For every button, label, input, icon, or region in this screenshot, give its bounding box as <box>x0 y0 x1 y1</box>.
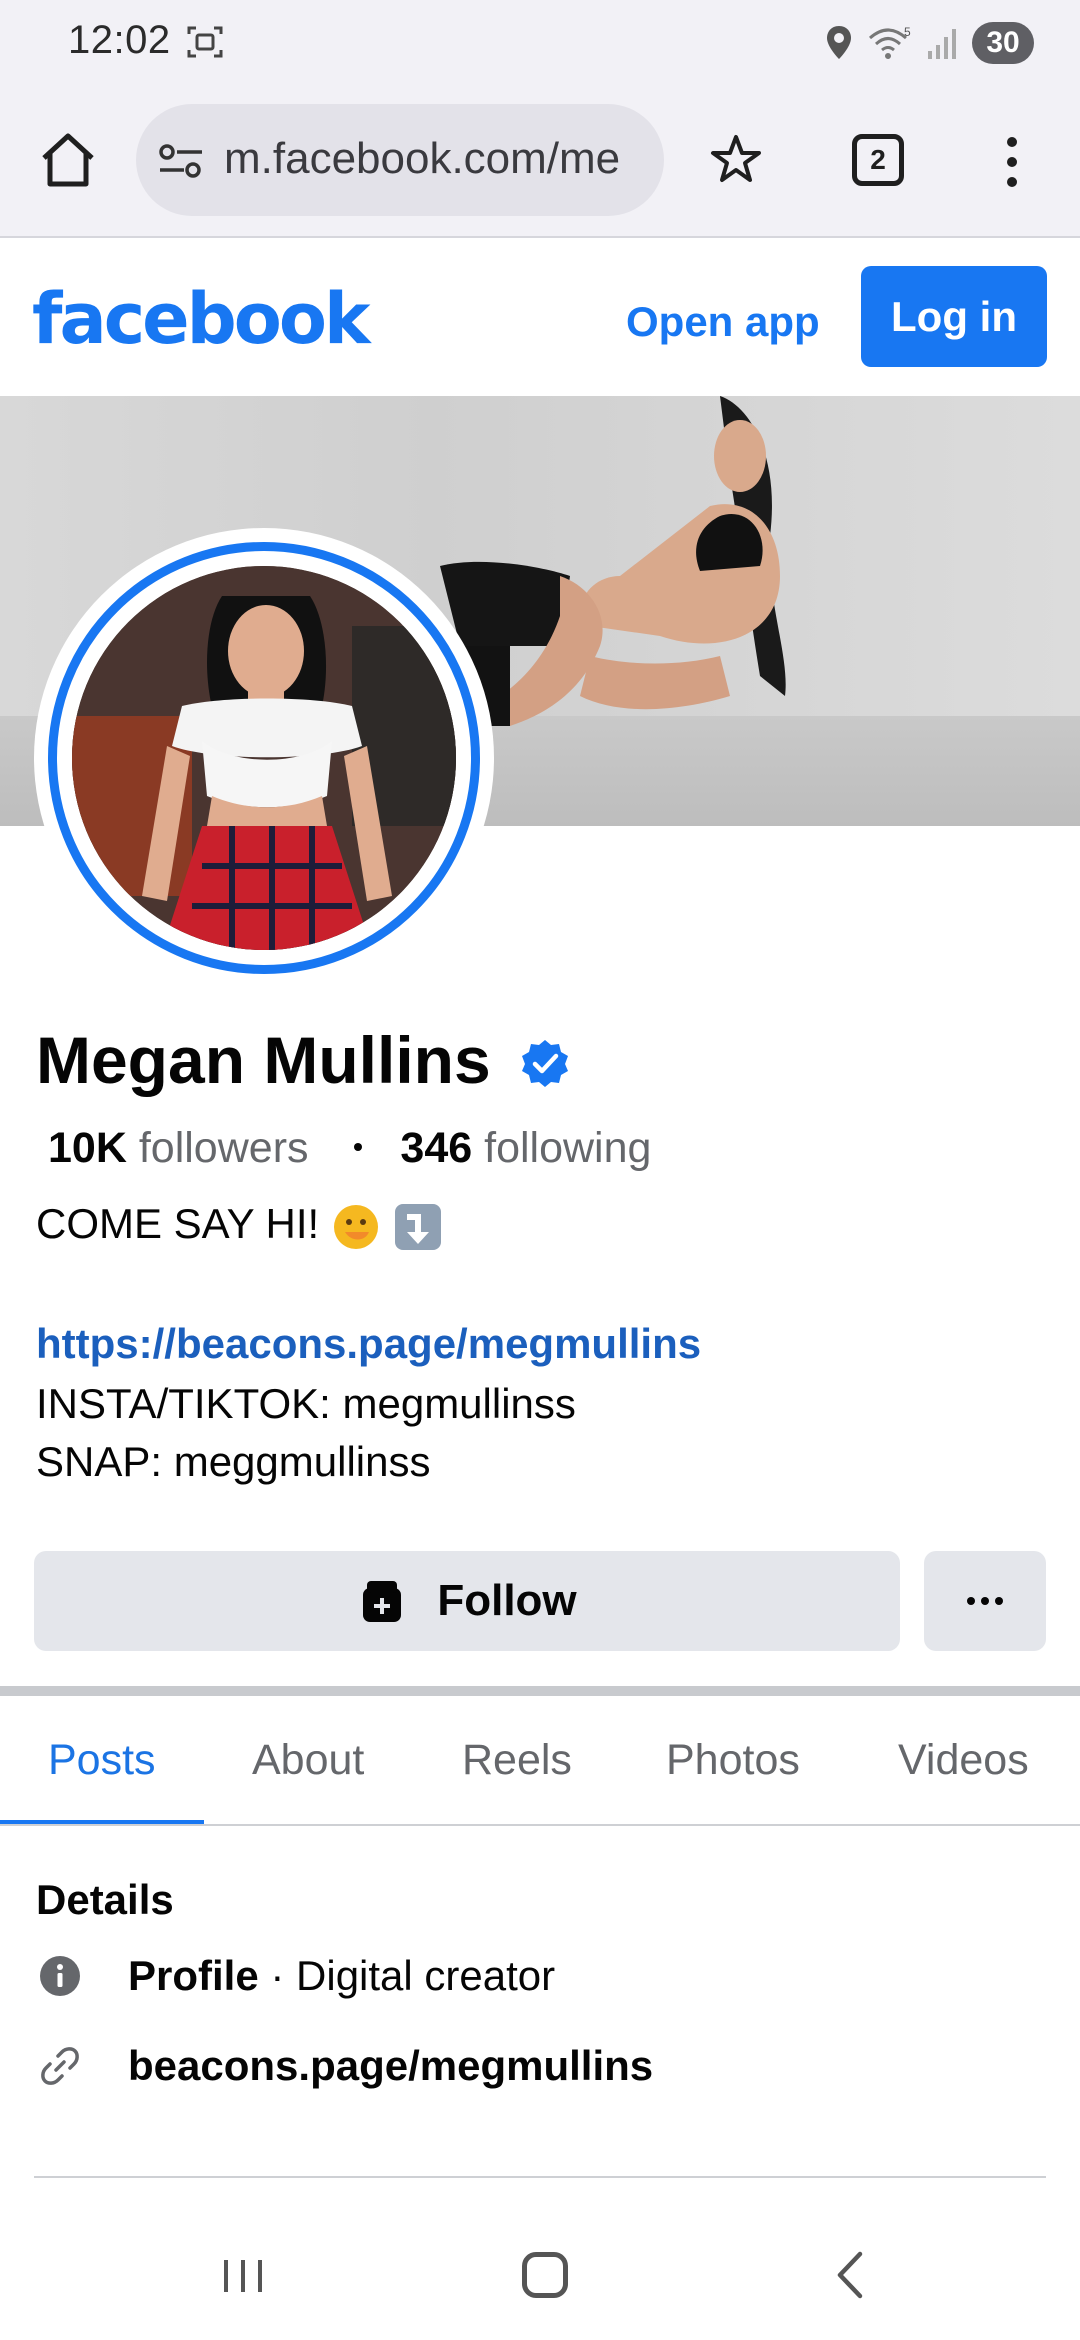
system-nav-bar <box>0 2200 1080 2340</box>
open-app-link[interactable]: Open app <box>626 298 820 346</box>
bio-text: COME SAY HI! <box>36 1200 331 1247</box>
link-icon <box>41 2047 79 2085</box>
tab-videos[interactable]: Videos <box>898 1736 1029 1785</box>
details-divider <box>34 2176 1046 2178</box>
follow-button[interactable]: Follow <box>34 1551 900 1651</box>
facebook-logo[interactable]: facebook <box>32 278 371 360</box>
back-icon[interactable] <box>830 2250 870 2300</box>
detail-profile-label: Profile <box>128 1952 259 1999</box>
status-bar: 12:02 5 30 <box>0 0 1080 92</box>
tab-about[interactable]: About <box>252 1736 364 1785</box>
followers-count[interactable]: 10K <box>48 1124 127 1172</box>
following-count[interactable]: 346 <box>400 1124 472 1172</box>
details-heading: Details <box>36 1876 174 1923</box>
status-time: 12:02 <box>68 18 171 62</box>
down-arrow-icon <box>394 1203 441 1250</box>
follow-icon <box>363 1581 402 1622</box>
avatar-figure <box>72 566 456 950</box>
detail-link-text[interactable]: beacons.page/megmullins <box>128 2042 653 2089</box>
star-icon[interactable] <box>708 132 764 188</box>
tab-reels[interactable]: Reels <box>462 1736 572 1785</box>
tab-photos[interactable]: Photos <box>666 1736 800 1785</box>
more-vert-icon[interactable] <box>994 132 1030 192</box>
bio-intro: COME SAY HI! <box>36 1200 443 1252</box>
bio-insta-line: INSTA/TIKTOK: megmullinss <box>36 1380 576 1427</box>
profile-name: Megan Mullins <box>36 1023 491 1097</box>
signal-icon <box>928 29 956 59</box>
address-bar[interactable]: m.facebook.com/me <box>136 104 664 216</box>
profile-avatar[interactable] <box>34 528 494 988</box>
login-button[interactable]: Log in <box>861 266 1047 367</box>
svg-text:5: 5 <box>904 25 911 39</box>
detail-profile-row: Profile · Digital creator <box>36 1946 555 2006</box>
avatar-photo <box>72 566 456 950</box>
follow-label: Follow <box>437 1576 577 1625</box>
tab-posts[interactable]: Posts <box>48 1736 156 1785</box>
facebook-header: facebook Open app Log in <box>0 240 1080 396</box>
verified-badge-icon <box>522 1040 568 1087</box>
recent-apps-icon[interactable] <box>220 2256 266 2296</box>
following-label[interactable]: following <box>484 1124 651 1172</box>
wifi-icon: 5 <box>869 25 911 59</box>
browser-toolbar: m.facebook.com/me 2 <box>0 92 1080 238</box>
profile-website-link[interactable]: https://beacons.page/megmullins <box>36 1320 701 1368</box>
bio-snap-line: SNAP: meggmullinss <box>36 1438 431 1485</box>
stats-separator <box>354 1142 363 1151</box>
battery-icon: 30 <box>972 22 1034 64</box>
shushing-face-icon <box>333 1204 378 1249</box>
detail-link-row[interactable]: beacons.page/megmullins <box>36 2036 653 2096</box>
active-tab-indicator <box>0 1820 204 1824</box>
section-divider <box>0 1686 1080 1696</box>
info-icon <box>40 1956 80 1996</box>
more-horizontal-icon <box>967 1597 1003 1605</box>
profile-tabs: Posts About Reels Photos Videos <box>0 1696 1080 1826</box>
home-nav-icon[interactable] <box>522 2252 568 2298</box>
tabs-icon[interactable]: 2 <box>852 134 904 186</box>
more-options-button[interactable] <box>924 1551 1046 1651</box>
url-text[interactable]: m.facebook.com/me <box>224 134 620 184</box>
location-icon <box>827 26 851 59</box>
home-icon[interactable] <box>36 128 100 192</box>
status-icons: 5 30 <box>824 18 1034 68</box>
screenshot-icon <box>187 26 223 58</box>
detail-profile-value: · Digital creator <box>258 1952 556 1999</box>
followers-label[interactable]: followers <box>139 1124 309 1172</box>
site-settings-icon[interactable] <box>158 142 204 180</box>
follow-stats: 10K followers 346 following <box>48 1124 651 1173</box>
